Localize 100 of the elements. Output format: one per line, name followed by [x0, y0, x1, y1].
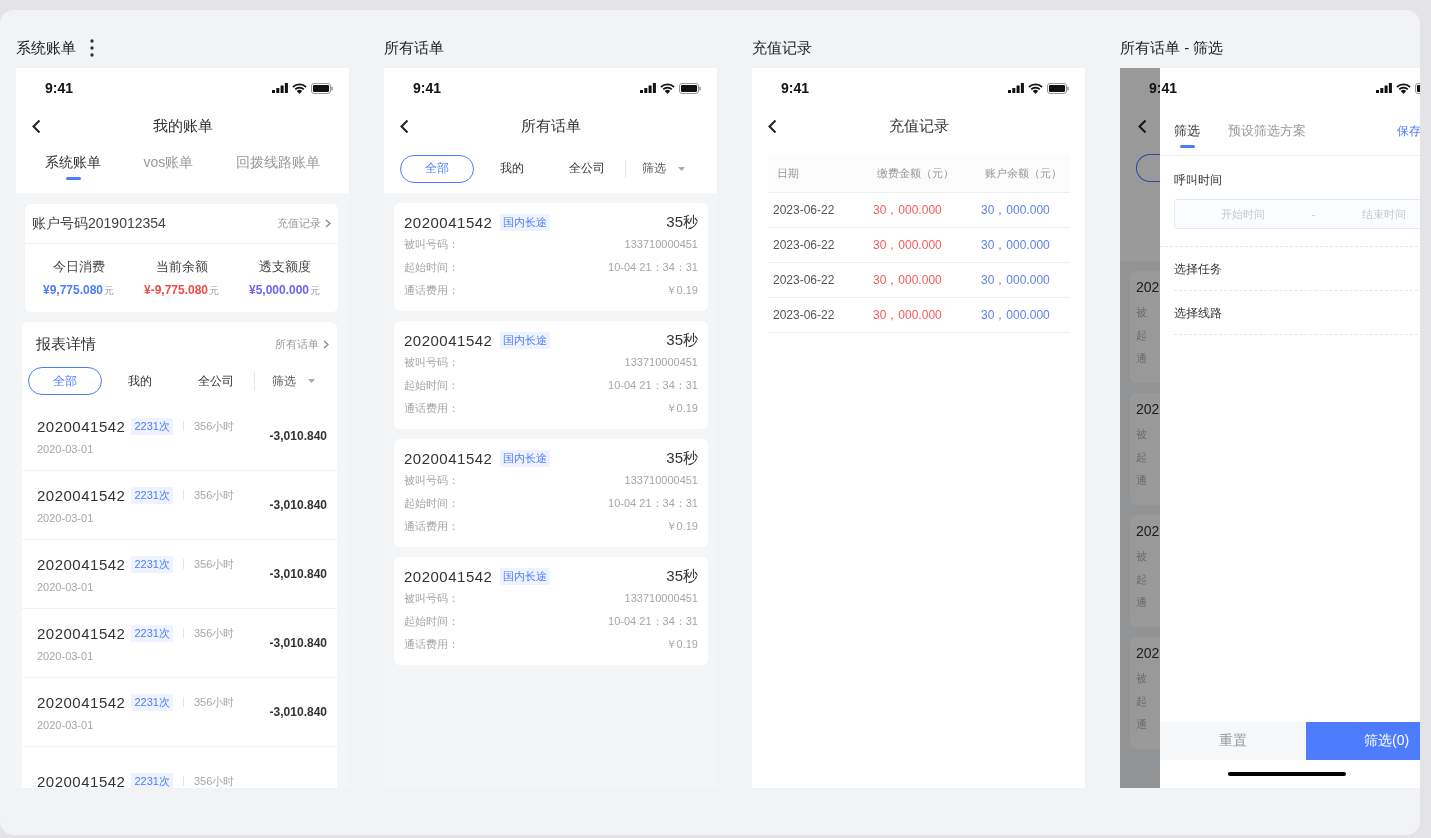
table-cell-text: 30，000.000 — [873, 201, 943, 219]
status-time: 9:41 — [413, 80, 442, 96]
back-icon[interactable] — [399, 118, 409, 134]
bill-row[interactable]: 2020041542 2231次 356小时 2020-03-01 -3,010.840 — [22, 540, 337, 609]
field-value: ￥0.19 — [665, 637, 698, 652]
call-card[interactable]: 2020041542 国内长途 35秒 被叫号码： 133710000451 起始时间： 10-04 21：34：31 通话费用： ￥0.19 — [394, 203, 708, 311]
bill-row[interactable]: 2020041542 2231次 356小时 2020-03-01 -3,010.840 — [22, 678, 337, 747]
hours-label: 356小时 — [193, 418, 235, 434]
stat-label: 今日消费 — [52, 258, 105, 276]
unit-label: 元 — [310, 284, 321, 298]
stat-value: ¥5,000.000 — [248, 283, 310, 297]
table-cell-text: 2023-06-22 — [773, 238, 836, 252]
filter-tab[interactable]: 全公司 — [179, 367, 253, 395]
filter-submit-button[interactable]: 筛选(0) — [1306, 722, 1420, 760]
table-cell-text: 2023-06-22 — [773, 203, 836, 217]
table-cell-text: 2023-06-22 — [773, 308, 836, 322]
signal-icon — [640, 83, 656, 93]
signal-icon — [1008, 83, 1024, 93]
bill-row[interactable]: 2020041542 2231次 356小时 — [22, 747, 337, 788]
call-card[interactable]: 2020041542 国内长途 35秒 被叫号码： 133710000451 起始时间： 10-04 21：34：31 通话费用： ￥0.19 — [394, 557, 708, 665]
table-cell-text: 30，000.000 — [873, 306, 943, 324]
tab[interactable]: 筛选 — [1174, 115, 1200, 148]
signal-icon — [1376, 83, 1392, 93]
field-label: 起始时间： — [404, 378, 459, 393]
chevron-right-icon — [323, 339, 329, 349]
account-number: 2020041542 — [37, 555, 126, 573]
account-number: 2020041542 — [37, 486, 126, 504]
call-card[interactable]: 2020041542 国内长途 35秒 被叫号码： 133710000451 起始时间： 10-04 21：34：31 通话费用： ￥0.19 — [394, 439, 708, 547]
call-number: 202 — [1136, 523, 1160, 541]
section-title: 报表详情 — [36, 334, 96, 354]
field-value: 133710000451 — [624, 473, 698, 488]
field-label: 呼叫时间 — [1174, 172, 1223, 189]
call-number: 2020041542 — [404, 331, 493, 349]
call-number: 202 — [1136, 279, 1160, 297]
stat-value: ¥-9,775.080 — [143, 283, 209, 297]
field-value: 133710000451 — [624, 237, 698, 252]
bill-row[interactable]: 2020041542 2231次 356小时 2020-03-01 -3,010.840 — [22, 471, 337, 540]
filter-tab[interactable]: 全公司 — [550, 154, 624, 183]
select-row[interactable]: 选择任务 — [1174, 247, 1420, 291]
board-title: 充值记录 — [752, 38, 812, 58]
table-cell-text: 30，000.000 — [981, 271, 1051, 289]
battery-icon — [679, 82, 701, 94]
filter-tab[interactable]: 我的 — [103, 367, 177, 395]
field-value: ￥0.19 — [665, 401, 698, 416]
tab[interactable]: 系统账单 — [45, 144, 102, 193]
column-header: 缴费金额（元） — [876, 166, 955, 181]
hours-label: 356小时 — [193, 694, 235, 710]
field-label: 被叫号码： — [404, 473, 459, 488]
back-icon[interactable] — [1138, 118, 1147, 134]
back-icon[interactable] — [767, 118, 777, 134]
status-time: 9:41 — [781, 80, 810, 96]
wifi-icon — [1396, 82, 1411, 94]
stat-value: ¥9,775.080 — [42, 283, 104, 297]
signal-icon — [272, 83, 288, 93]
filter-tab[interactable]: 我的 — [474, 154, 549, 183]
field-value: ￥0.19 — [665, 283, 698, 298]
stat-label: 透支额度 — [258, 258, 311, 276]
board-title: 系统账单 — [16, 38, 76, 58]
account-number: 2020041542 — [37, 624, 126, 642]
caret-icon — [677, 166, 685, 171]
stat-label: 当前余额 — [155, 258, 208, 276]
date-label: 2020-03-01 — [37, 718, 95, 731]
field-label: 被叫号码： — [404, 237, 459, 252]
bill-row[interactable]: 2020041542 2231次 356小时 2020-03-01 -3,010.840 — [22, 402, 337, 471]
date-label: 2020-03-01 — [37, 580, 95, 593]
count-tag: 2231次 — [131, 486, 173, 504]
chevron-right-icon — [325, 219, 331, 228]
bill-row[interactable]: 2020041542 2231次 356小时 2020-03-01 -3,010.840 — [22, 609, 337, 678]
table-cell-text: 30，000.000 — [873, 236, 943, 254]
amount-label: -3,010.840 — [269, 429, 327, 443]
back-icon[interactable] — [31, 118, 41, 134]
call-card[interactable]: 2020041542 国内长途 35秒 被叫号码： 133710000451 起始时间： 10-04 21：34：31 通话费用： ￥0.19 — [394, 321, 708, 429]
hours-label: 356小时 — [193, 487, 235, 503]
field-label: 被叫号码： — [404, 591, 459, 606]
wifi-icon — [292, 82, 307, 94]
hours-label: 356小时 — [193, 625, 235, 641]
call-type-tag: 国内长途 — [500, 213, 551, 231]
save-link[interactable]: 保存 — [1397, 123, 1420, 140]
call-number: 2020041542 — [404, 213, 493, 231]
table-cell-text: 30，000.000 — [981, 306, 1051, 324]
field-value: 10-04 21：34：31 — [608, 496, 698, 511]
call-number: 2020041542 — [404, 449, 493, 467]
battery-icon — [311, 82, 333, 94]
field-label: 起始时间： — [404, 496, 459, 511]
call-number: 202 — [1136, 645, 1160, 663]
more-icon[interactable] — [90, 39, 94, 57]
field-label: 起始时间： — [404, 260, 459, 275]
duration-label: 35秒 — [666, 330, 698, 350]
select-row[interactable]: 选择线路 — [1174, 291, 1420, 335]
filter-dropdown[interactable]: 筛选 — [255, 371, 331, 391]
count-tag: 2231次 — [131, 417, 173, 435]
hours-label: 356小时 — [193, 556, 235, 572]
page-title: 充值记录 — [887, 116, 950, 136]
board-title: 所有话单 — [384, 38, 444, 58]
count-tag: 2231次 — [131, 693, 173, 711]
date-label: 2020-03-01 — [37, 442, 95, 455]
filter-dropdown[interactable]: 筛选 — [625, 159, 701, 178]
unit-label: 元 — [104, 284, 115, 298]
unit-label: 元 — [209, 284, 220, 298]
board-title: 所有话单 - 筛选 — [1120, 38, 1224, 58]
